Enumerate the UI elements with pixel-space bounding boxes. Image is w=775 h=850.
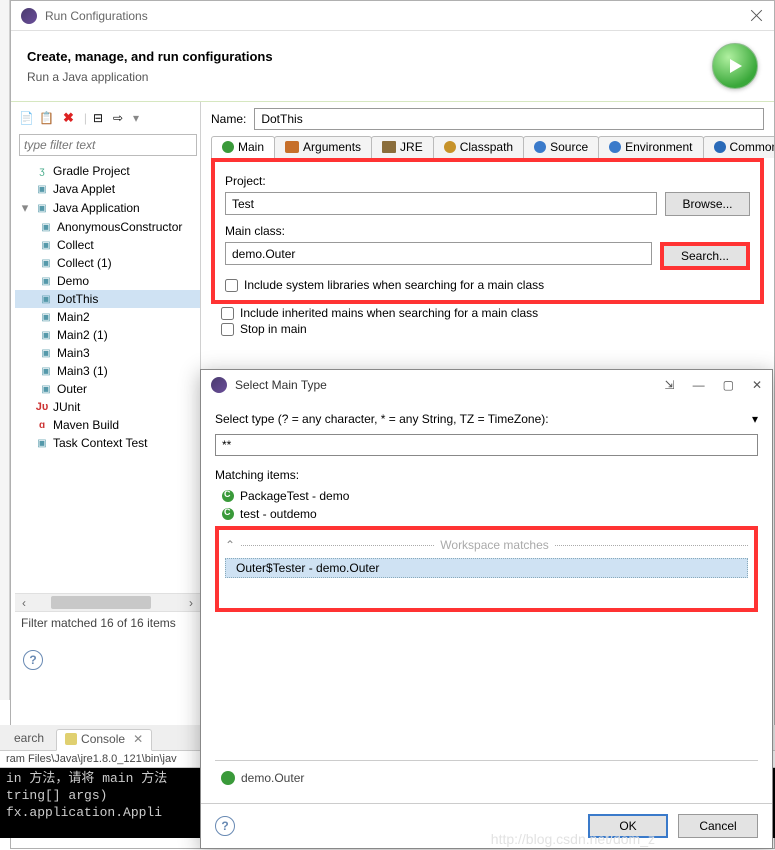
workspace-separator: ⌃Workspace matches <box>225 538 748 552</box>
project-label: Project: <box>225 174 750 188</box>
workspace-matches-highlight: ⌃Workspace matches Outer$Tester - demo.O… <box>215 526 758 612</box>
run-icon <box>712 43 758 89</box>
mainclass-label: Main class: <box>225 224 750 238</box>
close-icon[interactable]: ✕ <box>752 378 762 392</box>
tab-common[interactable]: Common <box>703 136 775 158</box>
tree-outer[interactable]: ▣Outer <box>15 380 200 398</box>
tree-demo[interactable]: ▣Demo <box>15 272 200 290</box>
filter-icon[interactable]: ⇨ <box>113 111 127 125</box>
close-icon[interactable] <box>750 9 764 23</box>
browse-button[interactable]: Browse... <box>665 192 750 216</box>
tabs: Main Arguments JRE Classpath Source Envi… <box>211 136 764 159</box>
tree-scrollbar[interactable]: ‹› <box>15 593 200 611</box>
tab-environment[interactable]: Environment <box>598 136 703 158</box>
tree-collect[interactable]: ▣Collect <box>15 236 200 254</box>
cb-stop-in-main[interactable] <box>221 323 234 336</box>
tab-jre[interactable]: JRE <box>371 136 434 158</box>
tree-collect1[interactable]: ▣Collect (1) <box>15 254 200 272</box>
match-item[interactable]: PackageTest - demo <box>216 487 757 505</box>
selected-match[interactable]: Outer$Tester - demo.Outer <box>225 558 748 578</box>
tab-search[interactable]: earch <box>6 729 52 750</box>
maximize-icon[interactable]: ▢ <box>723 378 734 392</box>
ok-button[interactable]: OK <box>588 814 668 838</box>
tab-source[interactable]: Source <box>523 136 599 158</box>
search-button[interactable]: Search... <box>660 242 750 270</box>
filter-input[interactable] <box>19 134 197 156</box>
editor-sliver <box>0 0 10 700</box>
new-config-icon[interactable]: 📄 <box>19 111 33 125</box>
help-icon[interactable]: ? <box>23 650 43 670</box>
class-icon <box>221 771 235 785</box>
project-input[interactable] <box>225 192 657 215</box>
tree-main3-1[interactable]: ▣Main3 (1) <box>15 362 200 380</box>
header-subtitle: Run a Java application <box>27 70 712 84</box>
tree-junit[interactable]: JυJUnit <box>15 398 200 416</box>
tab-classpath[interactable]: Classpath <box>433 136 524 158</box>
duplicate-icon[interactable]: 📋 <box>39 111 53 125</box>
collapse-icon[interactable]: ⊟ <box>93 111 107 125</box>
class-icon <box>222 490 234 502</box>
name-input[interactable] <box>254 108 764 130</box>
tree-main2[interactable]: ▣Main2 <box>15 308 200 326</box>
popup-title: Select Main Type <box>235 378 665 392</box>
popup-footer-info: demo.Outer <box>215 760 758 795</box>
name-label: Name: <box>211 112 246 126</box>
cancel-button[interactable]: Cancel <box>678 814 758 838</box>
mainclass-input[interactable] <box>225 242 652 265</box>
matching-label: Matching items: <box>215 468 758 482</box>
tree-java-applet[interactable]: ▣Java Applet <box>15 180 200 198</box>
tab-main[interactable]: Main <box>211 136 275 158</box>
help-icon[interactable]: ? <box>215 816 235 836</box>
select-main-type-dialog: Select Main Type ⇲ — ▢ ✕ Select type (? … <box>200 369 773 849</box>
delete-icon[interactable]: ✖ <box>63 110 74 126</box>
restore-icon[interactable]: ⇲ <box>665 378 675 392</box>
popup-titlebar: Select Main Type ⇲ — ▢ ✕ <box>201 370 772 400</box>
tree-gradle[interactable]: ʒGradle Project <box>15 162 200 180</box>
dropdown-icon[interactable]: ▾ <box>133 111 139 125</box>
cb-inherited-mains[interactable] <box>221 307 234 320</box>
tree-java-application[interactable]: ▾▣Java Application <box>15 198 200 218</box>
minimize-icon[interactable]: — <box>693 378 705 392</box>
tab-console[interactable]: Console✕ <box>56 729 152 751</box>
header-title: Create, manage, and run configurations <box>27 49 712 64</box>
type-search-input[interactable] <box>215 434 758 456</box>
match-item[interactable]: test - outdemo <box>216 505 757 523</box>
titlebar: Run Configurations <box>11 1 774 31</box>
tree-main2-1[interactable]: ▣Main2 (1) <box>15 326 200 344</box>
console-icon <box>65 733 77 745</box>
tree-anonymous[interactable]: ▣AnonymousConstructor <box>15 218 200 236</box>
filter-status: Filter matched 16 of 16 items <box>15 611 200 634</box>
eclipse-icon <box>211 377 227 393</box>
cb-system-libs[interactable] <box>225 279 238 292</box>
left-toolbar: 📄 📋 ✖ | ⊟ ⇨ ▾ <box>15 108 200 132</box>
tree-task-context[interactable]: ▣Task Context Test <box>15 434 200 452</box>
tree-dotthis[interactable]: ▣DotThis <box>15 290 200 308</box>
console-close-icon[interactable]: ✕ <box>133 732 143 746</box>
config-tree[interactable]: ʒGradle Project ▣Java Applet ▾▣Java Appl… <box>15 162 200 593</box>
tab-arguments[interactable]: Arguments <box>274 136 372 158</box>
popup-prompt: Select type (? = any character, * = any … <box>215 412 758 426</box>
eclipse-icon <box>21 8 37 24</box>
dropdown-icon[interactable]: ▾ <box>752 412 758 426</box>
window-title: Run Configurations <box>45 9 750 23</box>
tree-main3[interactable]: ▣Main3 <box>15 344 200 362</box>
class-icon <box>222 508 234 520</box>
dialog-header: Create, manage, and run configurations R… <box>11 31 774 102</box>
tree-maven[interactable]: ɑMaven Build <box>15 416 200 434</box>
main-tab-highlight: Project: Browse... Main class: Search...… <box>211 158 764 304</box>
left-panel: 📄 📋 ✖ | ⊟ ⇨ ▾ ʒGradle Project ▣Java Appl… <box>11 102 201 692</box>
